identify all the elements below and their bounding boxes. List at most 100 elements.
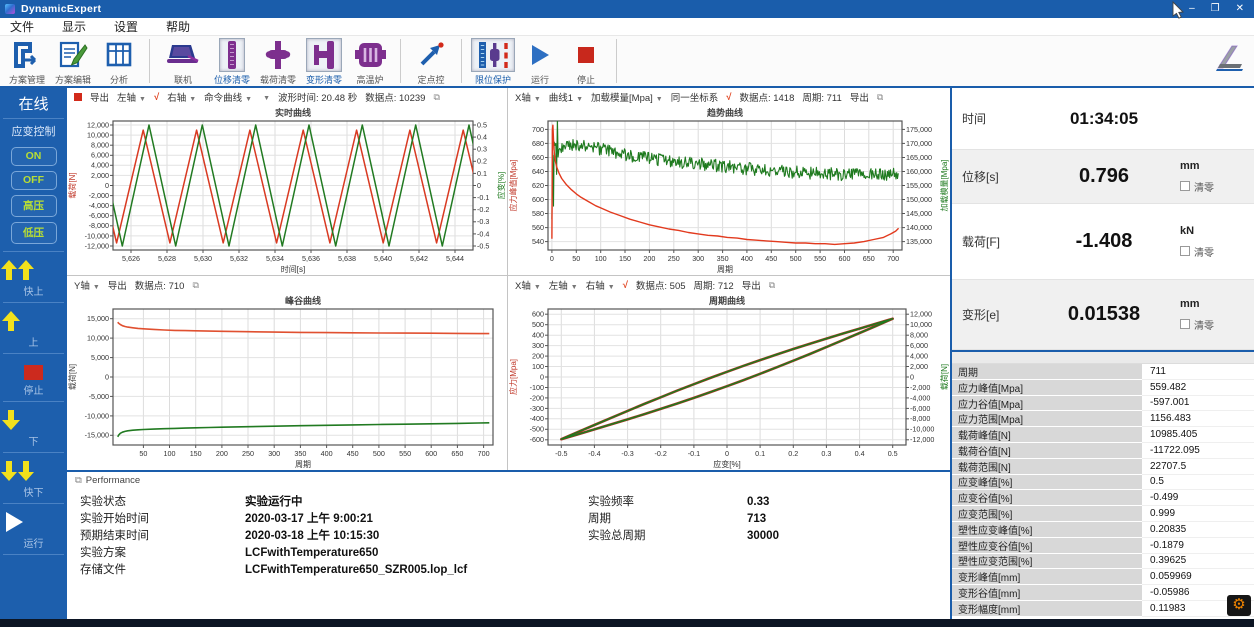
stat-label: 应变峰值[%] — [952, 475, 1142, 491]
svg-text:0: 0 — [725, 449, 729, 458]
svg-text:-0.3: -0.3 — [477, 217, 489, 226]
menu-help[interactable]: 帮助 — [166, 18, 190, 35]
plan-edit-icon — [53, 38, 93, 72]
jog-down-button[interactable]: 下 — [0, 402, 67, 452]
toolbar-item-deform-zero[interactable]: 变形清零 — [301, 38, 347, 86]
svg-text:0.5: 0.5 — [477, 120, 487, 129]
svg-text:0.4: 0.4 — [855, 449, 865, 458]
svg-text:4,000: 4,000 — [910, 352, 928, 361]
chart-dropdown[interactable]: Y轴▼ — [74, 278, 100, 292]
svg-text:-6,000: -6,000 — [910, 404, 930, 413]
export-button[interactable]: 导出 — [850, 90, 869, 104]
toolbar-item-disp-zero[interactable]: 位移清零 — [209, 38, 255, 86]
chart-dropdown[interactable]: 右轴▼ — [586, 278, 615, 292]
svg-text:0: 0 — [105, 181, 109, 190]
toolbar-item-connect[interactable]: 联机 — [157, 38, 209, 86]
chevron-down-icon: ▼ — [608, 284, 615, 291]
export-button[interactable]: 导出 — [90, 90, 109, 104]
export-button[interactable]: 导出 — [742, 278, 761, 292]
svg-text:450: 450 — [347, 449, 359, 458]
toolbar-item-furnace[interactable]: 高温炉 — [347, 38, 393, 86]
svg-text:160,000: 160,000 — [906, 167, 932, 176]
table-row: 载荷谷值[N]-11722.095 — [952, 443, 1254, 459]
stat-label: 塑性应变谷值[%] — [952, 538, 1142, 554]
toolbar-item-run[interactable]: 运行 — [517, 38, 563, 86]
stat-value: 0.20835 — [1142, 522, 1254, 538]
red-square-icon — [74, 93, 82, 101]
svg-text:-0.2: -0.2 — [477, 205, 489, 214]
svg-text:周期: 周期 — [295, 460, 311, 469]
low-pressure-button[interactable]: 低压 — [11, 222, 57, 244]
clear-checkbox[interactable] — [1180, 181, 1190, 191]
detach-icon[interactable]: ⧉ — [433, 92, 439, 103]
export-button[interactable]: 导出 — [108, 278, 127, 292]
svg-text:5,630: 5,630 — [194, 254, 212, 263]
svg-text:2,000: 2,000 — [91, 171, 109, 180]
stat-label: 塑性应变峰值[%] — [952, 522, 1142, 538]
stop-icon — [570, 38, 602, 72]
svg-text:400: 400 — [741, 254, 753, 263]
chart-dropdown[interactable]: X轴▼ — [515, 278, 541, 292]
check-mark[interactable]: √ — [726, 92, 731, 103]
menu-display[interactable]: 显示 — [62, 18, 86, 35]
minimize-button[interactable]: – — [1189, 0, 1195, 18]
toolbar-item-analysis[interactable]: 分析 — [96, 38, 142, 86]
jog-fast-down-button[interactable]: 快下 — [0, 453, 67, 503]
svg-text:600: 600 — [839, 254, 851, 263]
chart-dropdown[interactable]: ▼ — [260, 92, 270, 103]
jog-up-button[interactable]: 上 — [0, 303, 67, 353]
svg-text:0.1: 0.1 — [477, 169, 487, 178]
off-button[interactable]: OFF — [11, 171, 57, 190]
toolbar-item-limit-protect[interactable]: 限位保护 — [469, 38, 517, 86]
chart-panel-realtime: 导出左轴▼√右轴▼命令曲线▼▼波形时间: 20.48 秒数据点: 10239⧉ … — [67, 88, 508, 276]
load-value: -1.408 — [1028, 230, 1180, 253]
jog-fast-up-button[interactable]: 快上 — [0, 252, 67, 302]
time-label: 时间 — [962, 110, 1028, 127]
svg-text:-10,000: -10,000 — [85, 411, 109, 420]
chart-dropdown[interactable]: 命令曲线▼ — [204, 90, 252, 104]
chart-toolbar-text: 波形时间: 20.48 秒 — [278, 90, 357, 104]
svg-text:周期曲线: 周期曲线 — [709, 295, 745, 306]
jog-stop-button[interactable]: 停止 — [0, 354, 67, 401]
menu-settings[interactable]: 设置 — [114, 18, 138, 35]
toolbar-item-label: 方案编辑 — [55, 73, 91, 86]
chart-dropdown[interactable]: 右轴▼ — [167, 90, 196, 104]
maximize-button[interactable]: ❐ — [1211, 0, 1220, 18]
menu-file[interactable]: 文件 — [10, 18, 34, 35]
chart-toolbar-cycle: X轴▼左轴▼右轴▼√数据点: 505周期: 712导出⧉ — [508, 276, 950, 294]
check-mark[interactable]: √ — [154, 92, 159, 103]
detach-icon[interactable]: ⧉ — [877, 92, 883, 103]
clear-checkbox[interactable] — [1180, 319, 1190, 329]
stat-label: 变形幅度[mm] — [952, 601, 1142, 617]
svg-text:-8,000: -8,000 — [910, 414, 930, 423]
toolbar-item-plan-manage[interactable]: 方案管理 — [4, 38, 50, 86]
high-pressure-button[interactable]: 高压 — [11, 195, 57, 217]
svg-text:-4,000: -4,000 — [910, 393, 930, 402]
chart-dropdown[interactable]: 左轴▼ — [117, 90, 146, 104]
toolbar-item-label: 限位保护 — [475, 73, 511, 86]
on-button[interactable]: ON — [11, 147, 57, 166]
chart-dropdown[interactable]: 左轴▼ — [549, 278, 578, 292]
detach-icon[interactable]: ⧉ — [192, 280, 198, 291]
stat-value: -0.1879 — [1142, 538, 1254, 554]
toolbar-item-plan-edit[interactable]: 方案编辑 — [50, 38, 96, 86]
toolbar-item-setpoint[interactable]: 定点控 — [408, 38, 454, 86]
check-mark[interactable]: √ — [623, 280, 628, 291]
chart-dropdown[interactable]: 曲线1▼ — [549, 90, 583, 104]
svg-text:155,000: 155,000 — [906, 181, 932, 190]
sidebar-run-button[interactable]: 运行 — [0, 504, 67, 554]
toolbar-item-load-zero[interactable]: 载荷清零 — [255, 38, 301, 86]
chart-dropdown[interactable]: 加载模量[Mpa]▼ — [591, 90, 663, 104]
svg-text:100: 100 — [595, 254, 607, 263]
svg-text:350: 350 — [717, 254, 729, 263]
close-button[interactable]: ✕ — [1236, 0, 1244, 18]
clear-checkbox[interactable] — [1180, 246, 1190, 256]
stat-label: 应变范围[%] — [952, 506, 1142, 522]
detach-icon[interactable]: ⧉ — [769, 280, 775, 291]
toolbar-separator — [461, 39, 462, 83]
chart-dropdown[interactable]: X轴▼ — [515, 90, 541, 104]
toolbar-item-stop[interactable]: 停止 — [563, 38, 609, 86]
gear-icon[interactable]: ⚙ — [1227, 595, 1251, 616]
exp-start-label: 实验开始时间 — [80, 511, 149, 527]
svg-text:-600: -600 — [530, 435, 544, 444]
